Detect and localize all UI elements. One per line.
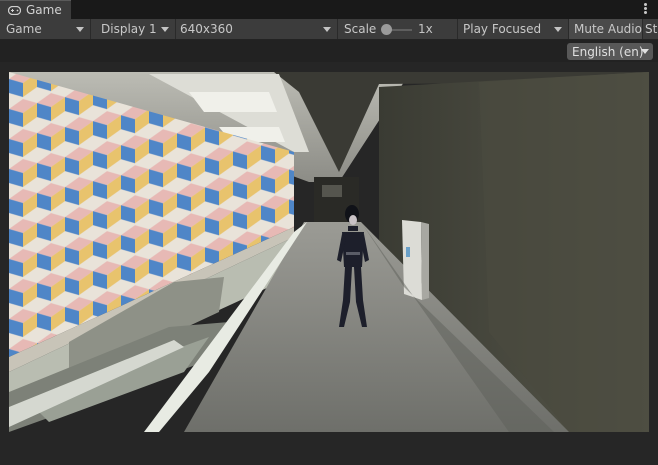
chevron-down-icon	[641, 49, 649, 54]
tab-bar: Game	[0, 0, 658, 19]
gamepad-icon	[8, 5, 21, 15]
scale-value: 1x	[418, 22, 433, 36]
chevron-down-icon	[554, 27, 562, 32]
view-mode-label: Game	[6, 22, 42, 36]
scale-slider-knob[interactable]	[381, 24, 392, 35]
resolution-dropdown[interactable]: 640x360	[176, 19, 338, 39]
mute-audio-toggle[interactable]: Mute Audio	[569, 19, 643, 39]
game-view-options-row	[0, 40, 658, 62]
scale-label: Scale	[344, 22, 377, 36]
resolution-label: 640x360	[180, 22, 233, 36]
display-label: Display 1	[101, 22, 157, 36]
game-scene-render[interactable]	[9, 72, 649, 432]
more-options-icon[interactable]	[644, 3, 648, 15]
play-mode-dropdown[interactable]: Play Focused	[458, 19, 569, 39]
language-label: English (en)	[572, 44, 644, 59]
stats-label: St	[645, 22, 658, 36]
stats-toggle[interactable]: St	[643, 19, 658, 39]
view-mode-dropdown[interactable]: Game	[0, 19, 91, 39]
tab-game-label: Game	[26, 3, 62, 17]
mute-audio-label: Mute Audio	[574, 22, 642, 36]
chevron-down-icon	[161, 27, 169, 32]
play-mode-label: Play Focused	[463, 22, 542, 36]
display-dropdown[interactable]: Display 1	[91, 19, 176, 39]
chevron-down-icon	[323, 27, 331, 32]
chevron-down-icon	[76, 27, 84, 32]
game-toolbar: Game Display 1 640x360 Scale 1x Play Foc…	[0, 19, 658, 40]
tab-game[interactable]: Game	[0, 0, 71, 19]
language-dropdown[interactable]: English (en)	[567, 43, 653, 60]
